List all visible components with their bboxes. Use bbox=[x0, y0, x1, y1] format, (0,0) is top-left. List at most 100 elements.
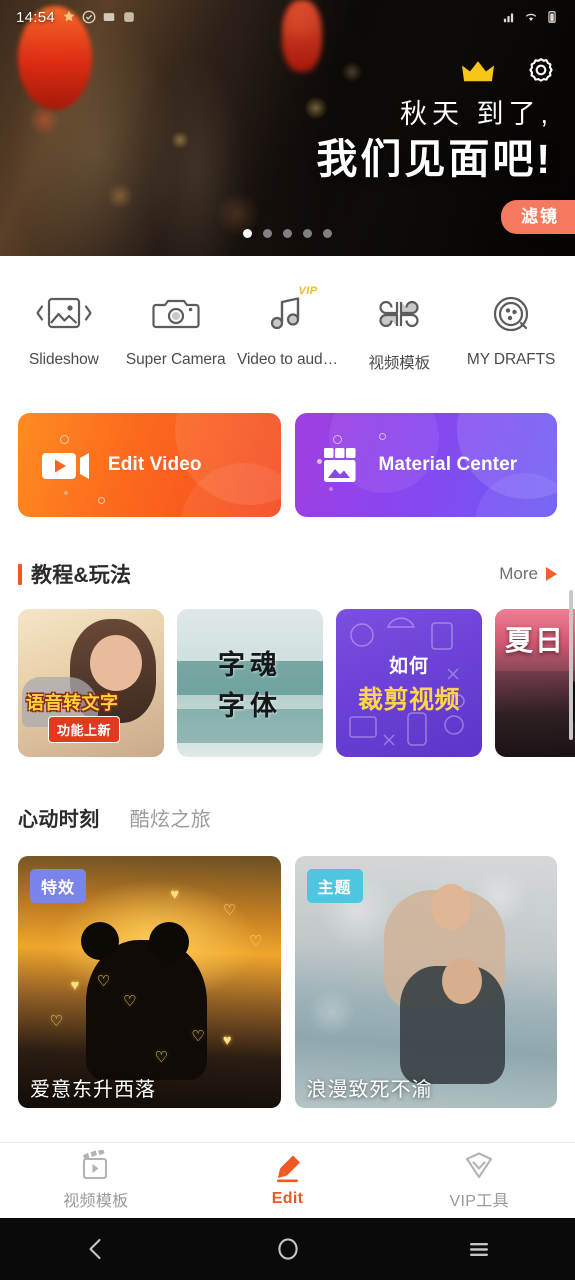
content-tab-row: 心动时刻 酷炫之旅 bbox=[0, 757, 575, 832]
nav-item-video-template-label: 视频模板 bbox=[63, 1193, 129, 1210]
quick-action-video-template[interactable]: 视频模板 bbox=[343, 286, 455, 373]
heart-decoration: ♡ bbox=[96, 972, 111, 990]
heart-decoration: ♡ bbox=[123, 993, 137, 1011]
home-circle-icon bbox=[277, 1238, 298, 1260]
carousel-dot-5[interactable] bbox=[323, 229, 332, 238]
tutorial-card-badge: 功能上新 bbox=[48, 716, 121, 743]
system-back-button[interactable] bbox=[0, 1236, 192, 1262]
status-notification-icons bbox=[62, 10, 136, 24]
status-badge: 主题 bbox=[306, 869, 363, 903]
content-card-theme[interactable]: 主题 浪漫致死不渝 bbox=[294, 856, 557, 1108]
content-card-title: 浪漫致死不渝 bbox=[306, 1079, 433, 1101]
content-card-title: 爱意东升西落 bbox=[30, 1079, 156, 1101]
hero-headline: 秋天 到了, 我们见面吧! bbox=[316, 99, 553, 185]
quick-action-super-camera[interactable]: Super Camera bbox=[120, 286, 232, 369]
message-icon bbox=[103, 13, 115, 21]
tutorial-card[interactable]: 如何 裁剪视频 bbox=[336, 609, 482, 757]
sparkle-decoration bbox=[378, 433, 386, 440]
card-blob-decoration bbox=[475, 473, 557, 517]
edit-video-card[interactable]: Edit Video bbox=[18, 413, 281, 517]
content-card-silhouette bbox=[81, 922, 119, 960]
tab-indicator-row bbox=[0, 832, 575, 842]
tutorial-section-header: 教程&玩法 More bbox=[0, 517, 575, 589]
diamond-icon bbox=[466, 1152, 493, 1179]
hero-banner[interactable]: 14:54 秋天 到了, 我们见面吧! 滤镜 bbox=[0, 0, 575, 256]
battery-icon bbox=[548, 11, 556, 23]
vip-badge: VIP bbox=[298, 285, 318, 297]
tutorial-card[interactable]: 字魂 字体 bbox=[177, 609, 323, 757]
carousel-dot-1[interactable] bbox=[243, 229, 252, 238]
heart-decoration: ♡ bbox=[49, 1013, 63, 1031]
tab-cool-journey[interactable]: 酷炫之旅 bbox=[130, 803, 212, 832]
status-badge: 特效 bbox=[30, 869, 87, 903]
nav-item-vip-tools[interactable]: VIP工具 bbox=[383, 1150, 575, 1211]
nav-item-edit[interactable]: Edit bbox=[192, 1153, 384, 1208]
tutorial-card-title-line-1: 字魂 bbox=[218, 650, 282, 680]
quick-action-slideshow-icon-box bbox=[33, 286, 95, 342]
tutorial-card-title-line-2: 字体 bbox=[218, 691, 282, 721]
heart-decoration: ♡ bbox=[191, 1028, 205, 1046]
tutorial-more-link[interactable]: More bbox=[499, 564, 557, 584]
tutorial-card-text: 字魂 字体 bbox=[177, 609, 323, 757]
status-bar-left: 14:54 bbox=[16, 9, 136, 26]
tutorial-card-title-line-2: 裁剪视频 bbox=[357, 685, 460, 714]
video-camera-icon bbox=[42, 453, 89, 479]
tutorial-section-title: 教程&玩法 bbox=[31, 564, 132, 587]
content-card-row: ♡ ♡ ♥ ♥ ♡ ♡ ♡ ♥ ♡ ♡ 特效 爱意东升西落 主题 浪漫致死不渝 bbox=[0, 842, 575, 1108]
tutorial-card-strip[interactable]: 语音转文字 功能上新 字魂 字体 如何 裁剪视频 夏日 bbox=[0, 589, 575, 757]
quick-action-my-drafts-label: MY DRAFTS bbox=[466, 351, 556, 368]
app-icon bbox=[124, 12, 134, 22]
quick-action-row: Slideshow Super Camera VIP Video to aud…… bbox=[0, 256, 575, 373]
bottom-navigation-bar: 视频模板 Edit VIP工具 bbox=[0, 1142, 575, 1218]
android-system-navigation-bar bbox=[0, 1218, 575, 1280]
content-card-silhouette bbox=[86, 940, 207, 1080]
wifi-icon bbox=[525, 13, 537, 22]
material-center-card[interactable]: Material Center bbox=[294, 413, 557, 517]
network-icon bbox=[503, 13, 514, 23]
tutorial-more-label: More bbox=[499, 564, 538, 583]
material-center-card-label: Material Center bbox=[378, 454, 518, 476]
status-time: 14:54 bbox=[16, 8, 56, 26]
check-icon bbox=[82, 10, 96, 24]
grid-petal-icon bbox=[379, 300, 419, 328]
quick-action-video-to-audio[interactable]: VIP Video to aud… bbox=[232, 285, 344, 369]
heart-decoration: ♥ bbox=[222, 1032, 232, 1050]
tutorial-card[interactable]: 语音转文字 功能上新 bbox=[18, 609, 164, 757]
sparkle-decoration bbox=[60, 435, 69, 444]
carousel-dots[interactable] bbox=[0, 229, 575, 238]
crown-icon[interactable] bbox=[461, 59, 495, 85]
hero-filter-badge-wrap: 滤镜 bbox=[501, 200, 575, 234]
camera-icon bbox=[152, 299, 200, 329]
quick-action-slideshow[interactable]: Slideshow bbox=[8, 286, 120, 369]
hero-top-actions bbox=[461, 56, 557, 88]
nav-item-video-template[interactable]: 视频模板 bbox=[0, 1150, 192, 1211]
quick-action-my-drafts-icon-box bbox=[487, 286, 535, 342]
carousel-dot-3[interactable] bbox=[283, 229, 292, 238]
music-note-icon bbox=[271, 297, 300, 330]
content-card-effects[interactable]: ♡ ♡ ♥ ♥ ♡ ♡ ♡ ♥ ♡ ♡ 特效 爱意东升西落 bbox=[18, 856, 281, 1108]
sparkle-decoration bbox=[332, 435, 342, 444]
heart-decoration: ♡ bbox=[249, 932, 263, 950]
system-recents-button[interactable] bbox=[383, 1236, 575, 1262]
status-bar: 14:54 bbox=[0, 0, 575, 34]
play-triangle-icon bbox=[546, 567, 557, 581]
clapperboard-icon bbox=[82, 1150, 107, 1180]
notification-icon bbox=[63, 10, 75, 22]
heart-decoration: ♡ bbox=[222, 902, 237, 920]
tab-heart-moments[interactable]: 心动时刻 bbox=[18, 803, 100, 832]
recents-menu-icon bbox=[470, 1243, 489, 1256]
status-bar-right bbox=[503, 10, 559, 24]
tutorial-card[interactable]: 夏日 bbox=[495, 609, 575, 757]
gear-icon[interactable] bbox=[525, 56, 557, 88]
page-scrollbar[interactable] bbox=[569, 590, 573, 740]
film-reel-icon bbox=[493, 296, 529, 332]
quick-action-slideshow-label: Slideshow bbox=[29, 351, 99, 368]
tutorial-card-title-line-1: 如何 bbox=[388, 655, 429, 677]
heart-decoration: ♥ bbox=[70, 976, 80, 994]
nav-item-vip-tools-label: VIP工具 bbox=[449, 1193, 509, 1210]
system-home-button[interactable] bbox=[192, 1236, 384, 1262]
tutorial-card-title: 夏日 bbox=[505, 625, 566, 656]
carousel-dot-4[interactable] bbox=[303, 229, 312, 238]
quick-action-my-drafts[interactable]: MY DRAFTS bbox=[455, 286, 567, 369]
carousel-dot-2[interactable] bbox=[263, 229, 272, 238]
